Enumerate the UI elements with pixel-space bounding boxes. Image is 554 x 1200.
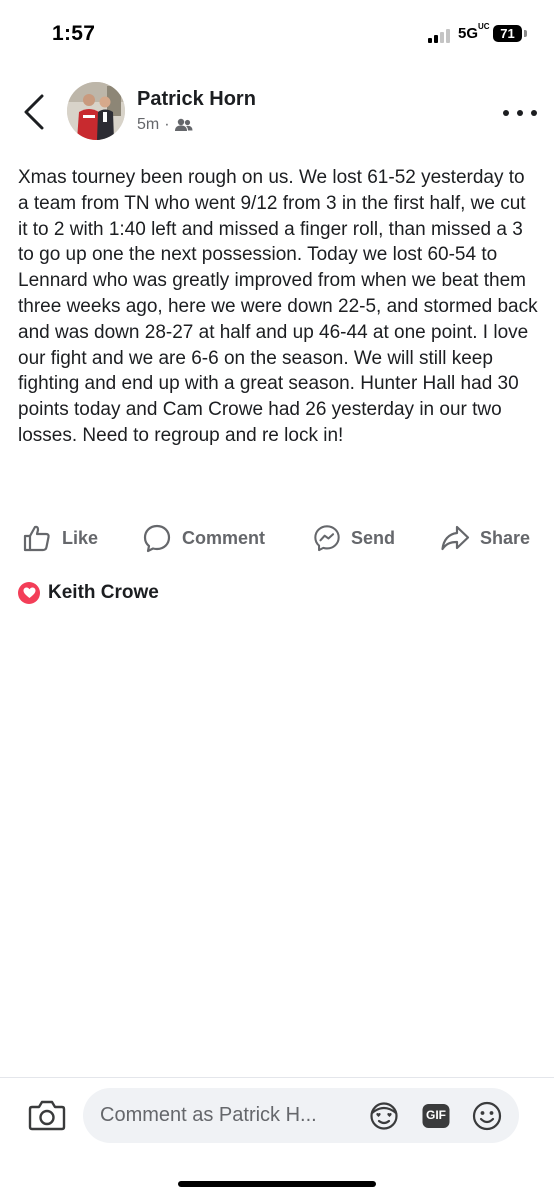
thumbs-up-icon [23,525,50,552]
share-arrow-icon [441,525,470,551]
post-action-bar: Like Comment Send Share [0,518,554,558]
like-label: Like [62,527,99,548]
comment-button[interactable]: Comment [142,518,265,558]
post-timestamp[interactable]: 5m [137,116,159,134]
reactions-summary[interactable]: Keith Crowe [18,582,159,604]
post-meta: 5m · [137,116,193,134]
status-time: 1:57 [52,22,96,45]
reactor-name: Keith Crowe [48,582,159,603]
chevron-left-icon [24,94,44,130]
post-text: Xmas tourney been rough on us. We lost 6… [18,167,538,446]
author-avatar[interactable] [67,82,125,140]
send-button[interactable]: Send [313,518,395,558]
love-reaction-icon [18,582,40,604]
heart-icon [23,587,35,598]
author-name[interactable]: Patrick Horn [137,88,256,111]
divider [0,1077,554,1078]
comment-label: Comment [182,527,266,548]
like-button[interactable]: Like [22,518,98,558]
emoji-icon[interactable] [471,1100,503,1132]
battery-nub [524,30,527,37]
battery-level: 71 [500,26,515,41]
status-bar: 1:57 5GUC 71 [0,0,554,70]
camera-button[interactable] [28,1098,66,1132]
send-label: Send [351,527,396,548]
comment-bubble-icon [143,524,171,553]
messenger-icon [314,525,340,552]
home-indicator[interactable] [178,1181,376,1187]
gif-button[interactable]: GIF [420,1100,452,1132]
meta-separator: · [164,116,170,133]
share-label: Share [480,527,531,548]
more-options-button[interactable] [503,108,537,118]
avatar-sticker-icon[interactable] [368,1100,400,1132]
network-label: 5G [458,25,479,42]
signal-icon [428,29,454,43]
avatar-photo [67,82,125,140]
network-indicator: 5GUC [458,22,490,42]
share-button[interactable]: Share [440,518,530,558]
back-button[interactable] [20,94,52,130]
network-suffix: UC [478,22,490,31]
dot [531,110,537,116]
gif-label: GIF [426,1108,446,1122]
dot [517,110,523,116]
friends-icon[interactable] [174,118,193,132]
battery-icon: 71 [493,25,522,42]
dot [503,110,509,116]
camera-icon [28,1100,66,1131]
comment-composer[interactable]: Comment as Patrick H... GIF [83,1088,519,1143]
comment-input[interactable]: Comment as Patrick H... [100,1104,317,1127]
